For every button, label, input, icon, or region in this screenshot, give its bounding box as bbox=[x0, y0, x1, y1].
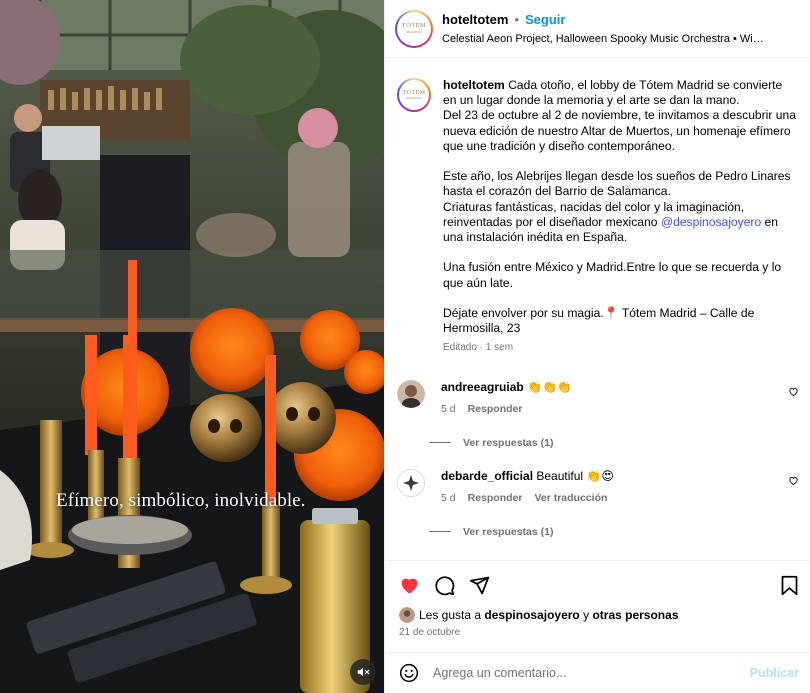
comment-text: 👏👏👏 bbox=[527, 379, 572, 394]
follow-button[interactable]: Seguir bbox=[525, 13, 565, 26]
profile-avatar[interactable]: TÓTEM MADRID bbox=[395, 9, 433, 48]
liker-username-link[interactable]: despinosajoyero bbox=[484, 608, 579, 622]
header-username-link[interactable]: hoteltotem bbox=[442, 13, 508, 26]
liker-avatar[interactable] bbox=[399, 607, 415, 623]
separator-dot: • bbox=[514, 11, 520, 27]
paper-plane-icon bbox=[469, 576, 490, 594]
add-comment-form: Publicar bbox=[385, 652, 810, 693]
caption-meta: Editado · 1 sem bbox=[443, 342, 514, 354]
comment-text: Beautiful 👏😍 bbox=[536, 468, 614, 483]
comment-input[interactable] bbox=[433, 666, 750, 680]
share-button[interactable] bbox=[469, 575, 490, 596]
replies-divider bbox=[429, 442, 451, 444]
post-video[interactable]: Efímero, simbólico, inolvidable. bbox=[0, 0, 384, 693]
location-pin-icon: 📍 bbox=[603, 306, 619, 321]
comment-bubble-icon bbox=[435, 575, 455, 595]
video-frame-image bbox=[0, 0, 384, 693]
comment-like-heart-icon[interactable] bbox=[788, 386, 799, 397]
like-button[interactable] bbox=[399, 575, 420, 596]
comment-username-link[interactable]: andreeagruiab bbox=[441, 380, 524, 394]
reply-button[interactable]: Responder bbox=[468, 403, 523, 415]
comment-age: 5 d bbox=[441, 402, 456, 415]
post-date[interactable]: 21 de octubre bbox=[399, 627, 799, 638]
totem-logo: TÓTEM MADRID bbox=[402, 89, 426, 100]
post-actions: Les gusta a despinosajoyero y otras pers… bbox=[385, 560, 810, 638]
caption: TÓTEM MADRID hoteltotem Cada otoño, el l… bbox=[385, 59, 810, 356]
post-details-panel: TÓTEM MADRID hoteltotem • Seguir Celesti… bbox=[384, 0, 810, 693]
comment-button[interactable] bbox=[434, 575, 455, 596]
emoji-button[interactable] bbox=[399, 663, 419, 683]
see-translation-button[interactable]: Ver traducción bbox=[534, 492, 607, 504]
caption-mention-link[interactable]: @despinosajoyero bbox=[661, 215, 761, 229]
heart-filled-icon bbox=[401, 578, 418, 594]
reply-button[interactable]: Responder bbox=[468, 492, 523, 504]
caption-username-link[interactable]: hoteltotem bbox=[443, 78, 505, 92]
save-button[interactable] bbox=[780, 575, 799, 596]
speaker-muted-icon bbox=[357, 667, 370, 677]
bookmark-icon bbox=[781, 575, 798, 595]
likes-prefix: Les gusta a bbox=[419, 608, 482, 622]
view-replies-button[interactable]: Ver respuestas (1) bbox=[429, 437, 810, 449]
other-likers-link[interactable]: otras personas bbox=[592, 608, 678, 622]
view-replies-button[interactable]: Ver respuestas (1) bbox=[429, 526, 810, 538]
comment-item: andreeagruiab 👏👏👏 5 d Responder bbox=[385, 379, 810, 415]
commenter-avatar[interactable] bbox=[397, 379, 425, 408]
comment-age: 5 d bbox=[441, 491, 456, 504]
caption-text-continued: en una instalación inédita en España. Un… bbox=[443, 214, 782, 321]
caption-avatar[interactable]: TÓTEM MADRID bbox=[397, 78, 431, 112]
comments-scroll-area[interactable]: TÓTEM MADRID hoteltotem Cada otoño, el l… bbox=[385, 59, 810, 559]
mute-button[interactable] bbox=[350, 659, 376, 685]
audio-attribution-link[interactable]: Celestial Aeon Project, Halloween Spooky… bbox=[442, 34, 772, 45]
instagram-post-modal: Efímero, simbólico, inolvidable. TÓTEM M… bbox=[0, 0, 810, 693]
comment-like-heart-icon[interactable] bbox=[788, 475, 799, 486]
commenter-avatar[interactable] bbox=[397, 468, 425, 497]
replies-divider bbox=[429, 531, 451, 533]
emoji-smiley-icon bbox=[399, 663, 419, 683]
caption-text: Cada otoño, el lobby de Tótem Madrid se … bbox=[443, 78, 796, 229]
publish-button[interactable]: Publicar bbox=[750, 666, 799, 680]
post-header: TÓTEM MADRID hoteltotem • Seguir Celesti… bbox=[385, 0, 810, 58]
comment-item: debarde_official Beautiful 👏😍 5 d Respon… bbox=[385, 468, 810, 504]
video-overlay-caption: Efímero, simbólico, inolvidable. bbox=[56, 490, 306, 511]
likes-summary: Les gusta a despinosajoyero y otras pers… bbox=[399, 607, 799, 623]
likes-connector: y bbox=[583, 608, 590, 622]
comment-username-link[interactable]: debarde_official bbox=[441, 469, 533, 483]
totem-logo: TÓTEM MADRID bbox=[401, 22, 427, 34]
